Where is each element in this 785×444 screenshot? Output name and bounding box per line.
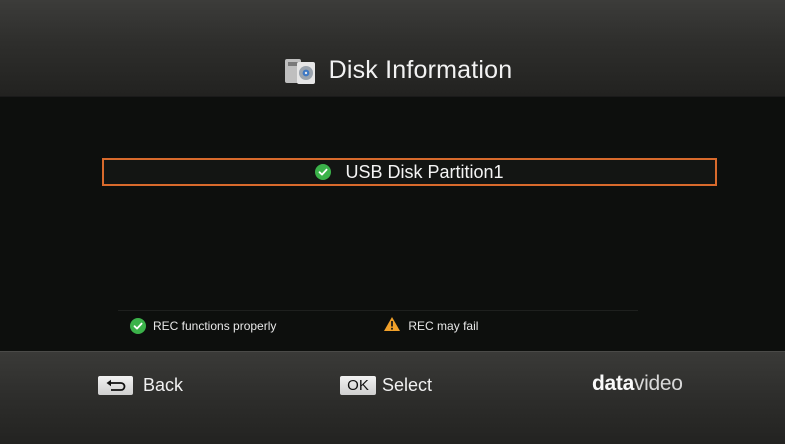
disk-information-screen: Disk Information USB Disk Partition1 REC… bbox=[0, 0, 785, 444]
partition-label: USB Disk Partition1 bbox=[345, 161, 504, 182]
warning-triangle-icon bbox=[383, 316, 401, 335]
brand-logo-light: video bbox=[633, 372, 683, 395]
select-button[interactable]: OK Select bbox=[340, 375, 432, 396]
select-label: Select bbox=[382, 375, 433, 395]
legend-warn-label: REC may fail bbox=[408, 318, 479, 333]
brand-logo-bold: data bbox=[592, 372, 634, 395]
legend-ok-label: REC functions properly bbox=[153, 318, 277, 333]
ok-key: OK bbox=[340, 376, 376, 395]
legend-warn: REC may fail bbox=[383, 316, 478, 335]
usb-disk-icon bbox=[283, 56, 317, 86]
page-title: Disk Information bbox=[328, 56, 513, 84]
brand-logo: datavideo bbox=[592, 372, 683, 396]
back-button[interactable]: Back bbox=[98, 375, 183, 396]
main-panel: USB Disk Partition1 REC functions proper… bbox=[0, 97, 785, 351]
header-bar: Disk Information bbox=[0, 0, 785, 97]
check-circle-icon bbox=[315, 164, 332, 180]
status-legend: REC functions properly REC may fail bbox=[118, 310, 638, 340]
return-arrow-icon bbox=[98, 376, 133, 395]
back-label: Back bbox=[143, 375, 184, 395]
header-title-group: Disk Information bbox=[283, 56, 513, 86]
partition-item-usb-disk-partition1[interactable]: USB Disk Partition1 bbox=[102, 158, 717, 186]
legend-ok: REC functions properly bbox=[130, 317, 277, 334]
check-circle-icon bbox=[130, 317, 146, 334]
footer-bar: Back OK Select datavideo bbox=[0, 351, 785, 444]
